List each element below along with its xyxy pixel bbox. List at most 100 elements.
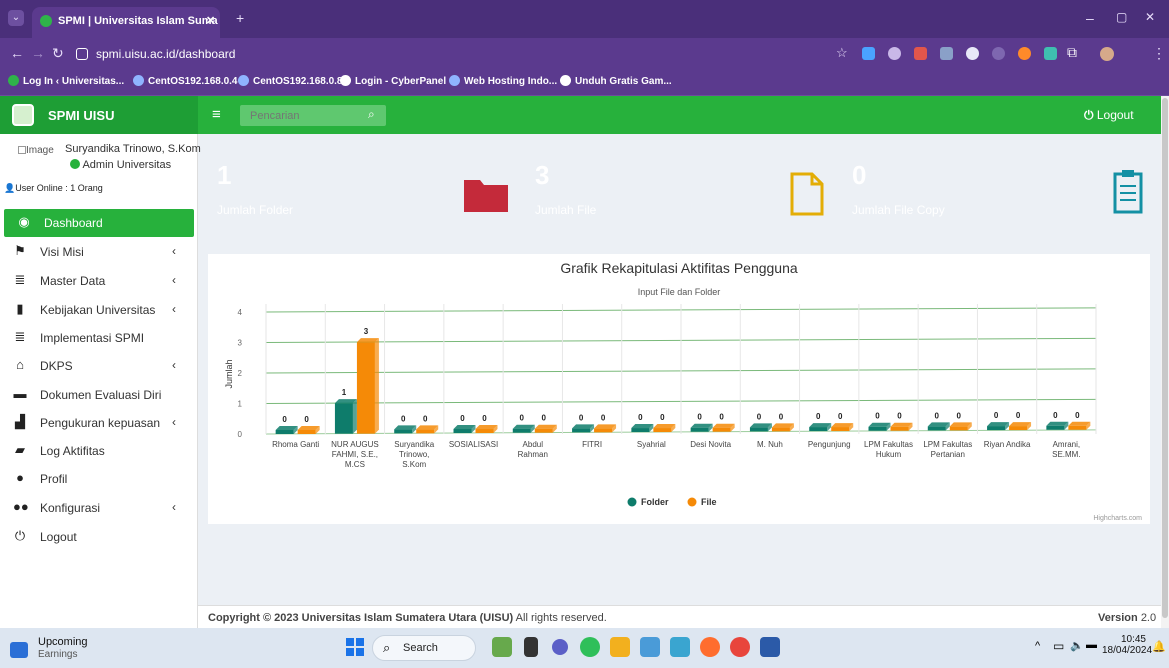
extension-icon[interactable]: [966, 47, 979, 60]
chart-bar[interactable]: [949, 422, 972, 431]
tray-chevron-icon[interactable]: ^: [1035, 640, 1040, 652]
extension-icon[interactable]: [862, 47, 875, 60]
teams-icon[interactable]: [552, 639, 568, 655]
reload-icon[interactable]: ↻: [52, 45, 64, 62]
sidebar-item-log-aktifitas[interactable]: ▰ Log Aktifitas: [0, 437, 190, 465]
url-field[interactable]: spmi.uisu.ac.id/dashboard: [70, 43, 850, 65]
browser-tab[interactable]: SPMI | Universitas Islam Suma ✕: [32, 7, 220, 38]
bookmark-item[interactable]: CentOS192.168.0.8: [238, 75, 343, 87]
search-icon[interactable]: ⌕: [368, 107, 375, 122]
extensions-puzzle-icon[interactable]: ⧉: [1067, 44, 1077, 61]
extension-icon[interactable]: [940, 47, 953, 60]
sidebar-item-logout[interactable]: ⏻ Logout: [0, 523, 190, 551]
task-view-icon[interactable]: [524, 637, 538, 657]
new-tab-icon[interactable]: +: [236, 10, 244, 26]
word-icon[interactable]: [760, 637, 780, 657]
browser-menu-icon[interactable]: ⋮: [1152, 45, 1166, 62]
chart-credits[interactable]: Highcharts.com: [1093, 515, 1142, 522]
chart-bar[interactable]: [749, 423, 772, 432]
sidebar-item-dkps[interactable]: ⌂ DKPS ‹: [0, 352, 190, 380]
clock[interactable]: 10:45 18/04/2024: [1102, 634, 1152, 656]
chart-bar[interactable]: [927, 422, 950, 431]
bookmark-star-icon[interactable]: ☆: [836, 45, 848, 61]
scrollbar-thumb[interactable]: [1162, 98, 1168, 618]
restore-icon[interactable]: ▢: [1116, 10, 1127, 24]
file-explorer-icon[interactable]: [610, 637, 630, 657]
chart-bar[interactable]: [1046, 421, 1069, 430]
back-icon[interactable]: ←: [10, 45, 24, 61]
app-brand[interactable]: SPMI UISU: [0, 96, 198, 134]
sidebar-item-master-data[interactable]: ≣ Master Data ‹: [0, 267, 190, 295]
extension-icon[interactable]: [1044, 47, 1057, 60]
chart-bar[interactable]: [1068, 421, 1091, 430]
taskbar-search[interactable]: ⌕ Search: [372, 635, 476, 661]
svg-text:Folder: Folder: [641, 497, 669, 507]
close-window-icon[interactable]: ✕: [1145, 10, 1155, 24]
search-input[interactable]: [240, 105, 364, 126]
tab-close-icon[interactable]: ✕: [206, 14, 215, 27]
notification-icon[interactable]: 🔔: [1152, 640, 1166, 653]
sidebar-item-pengukuran-kepuasan[interactable]: ▟ Pengukuran kepuasan ‹: [0, 409, 190, 437]
chart-bar[interactable]: [534, 424, 557, 433]
chart-bar[interactable]: [809, 423, 832, 432]
extension-icon[interactable]: [888, 47, 901, 60]
sidebar-item-dokumen-evaluasi-diri[interactable]: ▬ Dokumen Evaluasi Diri: [0, 381, 190, 409]
sidebar-item-kebijakan-universitas[interactable]: ▮ Kebijakan Universitas ‹: [0, 296, 190, 324]
sidebar-toggle-icon[interactable]: ≡: [212, 106, 221, 123]
chart-bar[interactable]: [890, 422, 913, 431]
bookmark-item[interactable]: Web Hosting Indo...: [449, 75, 557, 87]
windows-start-icon[interactable]: [346, 638, 364, 656]
firefox-icon[interactable]: [700, 637, 720, 657]
app-icon[interactable]: [670, 637, 690, 657]
sidebar-item-implementasi-spmi[interactable]: ≣ Implementasi SPMI: [0, 324, 190, 352]
chart-bar[interactable]: [987, 422, 1010, 431]
chart-bar[interactable]: [690, 423, 713, 432]
chart-bar[interactable]: [653, 424, 676, 433]
chart-bar[interactable]: [394, 425, 417, 434]
tray-display-icon[interactable]: ▭: [1053, 639, 1064, 653]
legend-item[interactable]: File: [687, 497, 717, 507]
bookmark-item[interactable]: CentOS192.168.0.4: [133, 75, 238, 87]
site-info-icon[interactable]: [76, 48, 88, 60]
weather-widget[interactable]: Upcoming Earnings: [10, 636, 120, 662]
minimize-icon[interactable]: –: [1086, 10, 1094, 26]
profile-avatar[interactable]: [1100, 47, 1114, 61]
page-scrollbar[interactable]: [1161, 96, 1169, 628]
chart-bar[interactable]: [475, 425, 498, 434]
chart-bar[interactable]: [631, 424, 654, 433]
chart-bar[interactable]: [453, 425, 476, 434]
widget-app-icon[interactable]: [492, 637, 512, 657]
chart-bar[interactable]: [297, 426, 320, 434]
chart-bar[interactable]: [275, 426, 298, 434]
chart-bar[interactable]: [712, 423, 735, 432]
sidebar-item-konfigurasi[interactable]: ●● Konfigurasi ‹: [0, 494, 190, 522]
legend-item[interactable]: Folder: [627, 497, 669, 507]
chart-bar[interactable]: [831, 423, 854, 432]
chart-bar[interactable]: [771, 423, 794, 432]
extension-icon[interactable]: [1018, 47, 1031, 60]
network-app-icon[interactable]: [640, 637, 660, 657]
chart-bar[interactable]: [572, 424, 595, 433]
chart-bar[interactable]: [416, 425, 439, 434]
chart-bar[interactable]: [334, 399, 357, 434]
tab-search-icon[interactable]: ⌄: [8, 10, 24, 26]
extension-icon[interactable]: [992, 47, 1005, 60]
bookmark-item[interactable]: Login - CyberPanel: [340, 75, 446, 87]
bookmark-item[interactable]: Log In ‹ Universitas...: [8, 75, 124, 87]
volume-icon[interactable]: 🔈: [1070, 639, 1084, 652]
chart-bar[interactable]: [1009, 422, 1032, 431]
forward-icon[interactable]: →: [31, 45, 45, 61]
chart-bar[interactable]: [356, 338, 379, 434]
chart-bar[interactable]: [512, 424, 535, 433]
logout-link[interactable]: ⏻ Logout: [1084, 108, 1134, 123]
chart-bar[interactable]: [868, 422, 891, 431]
sidebar-item-dashboard[interactable]: ◉ Dashboard: [4, 209, 194, 237]
extension-icon[interactable]: [914, 47, 927, 60]
whatsapp-icon[interactable]: [580, 637, 600, 657]
chart-bar[interactable]: [594, 424, 617, 433]
sidebar-item-visi-misi[interactable]: ⚑ Visi Misi ‹: [0, 238, 190, 266]
bookmark-item[interactable]: Unduh Gratis Gam...: [560, 75, 672, 87]
battery-icon[interactable]: ▬: [1086, 639, 1097, 651]
sidebar-item-profil[interactable]: ● Profil: [0, 465, 190, 493]
chrome-icon[interactable]: [730, 637, 750, 657]
